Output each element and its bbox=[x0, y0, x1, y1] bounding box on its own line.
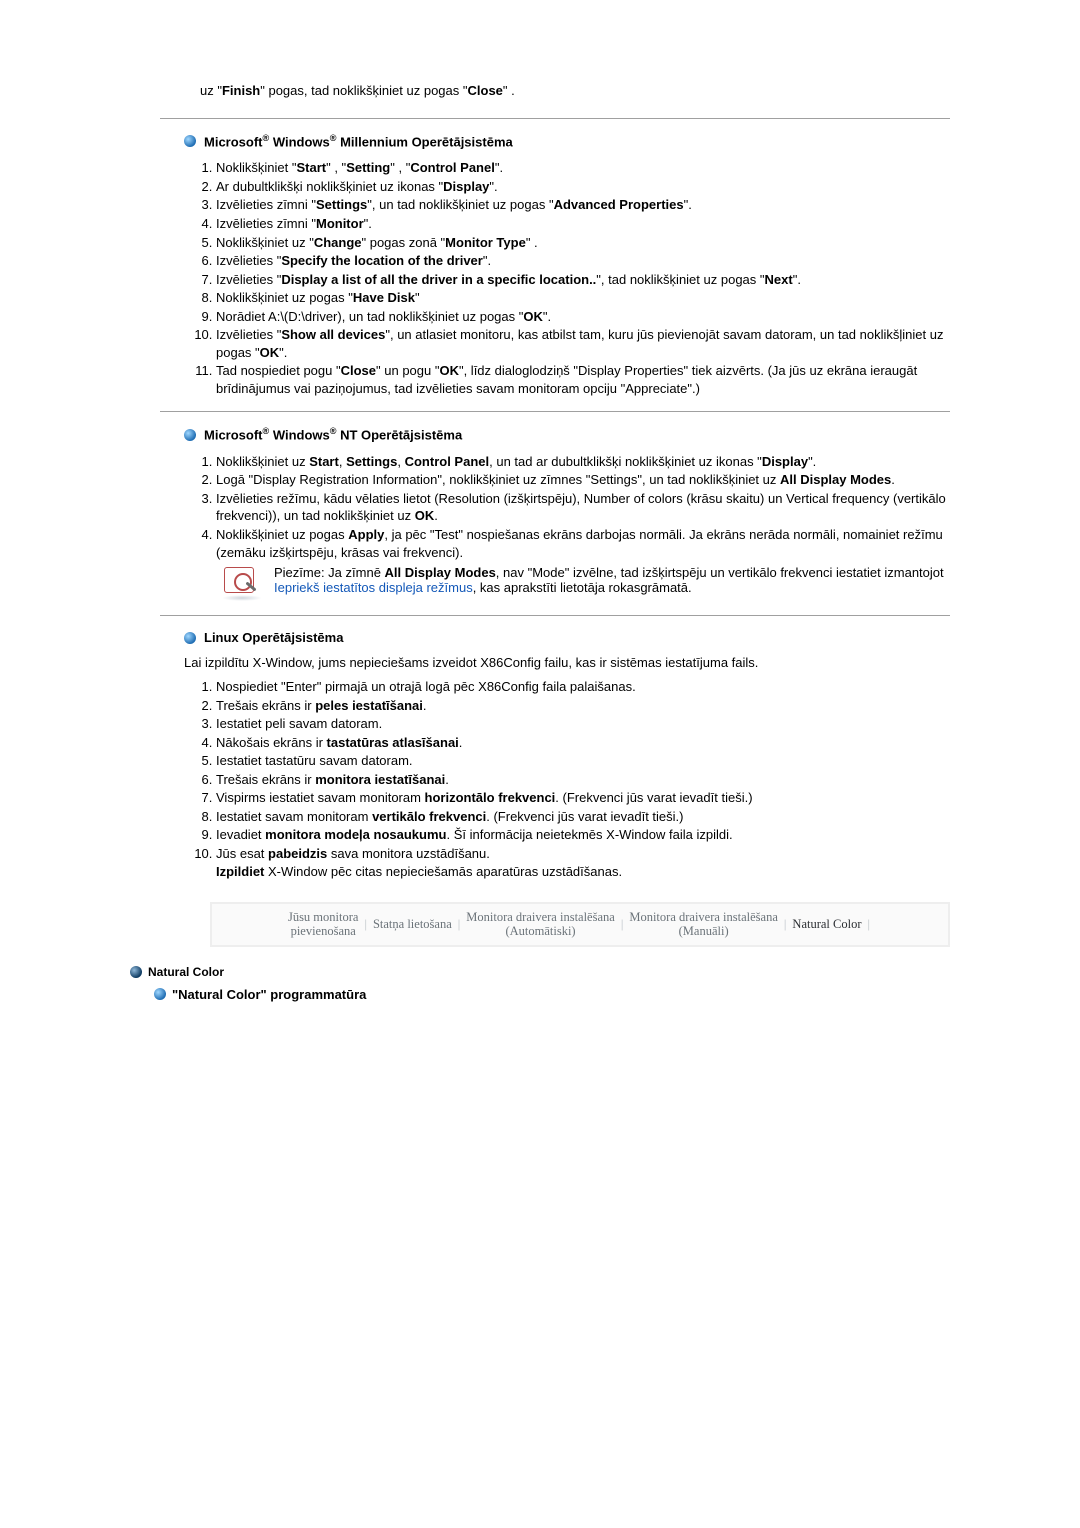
list-item: Izvēlieties režīmu, kādu vēlaties lietot… bbox=[216, 490, 950, 525]
ordered-list-nt: Noklikšķiniet uz Start, Settings, Contro… bbox=[160, 453, 950, 561]
list-item: Noklikšķiniet uz "Change" pogas zonā "Mo… bbox=[216, 234, 950, 252]
list-item: Vispirms iestatiet savam monitoram horiz… bbox=[216, 789, 950, 807]
divider bbox=[160, 411, 950, 412]
preset-modes-link[interactable]: Iepriekš iestatītos displeja režīmus bbox=[274, 580, 473, 595]
section-title-natural-color-software: "Natural Color" programmatūra bbox=[154, 987, 960, 1002]
note-text: Piezīme: Ja zīmnē All Display Modes, nav… bbox=[274, 565, 950, 595]
bottom-nav: Jūsu monitora pievienošana | Statņa liet… bbox=[210, 902, 950, 947]
intro-text: uz "Finish" pogas, tad noklikšķiniet uz … bbox=[200, 83, 950, 98]
section-title-millennium: Microsoft® Windows® Millennium Operētājs… bbox=[184, 133, 950, 149]
list-item: Nākošais ekrāns ir tastatūras atlasīšana… bbox=[216, 734, 950, 752]
nav-item[interactable]: Jūsu monitora pievienošana bbox=[288, 910, 358, 939]
ordered-list-linux: Nospiediet "Enter" pirmajā un otrajā log… bbox=[160, 678, 950, 880]
list-item: Trešais ekrāns ir monitora iestatīšanai. bbox=[216, 771, 950, 789]
list-item: Noklikšķiniet uz pogas Apply, ja pēc "Te… bbox=[216, 526, 950, 561]
section-small-natural-color: Natural Color bbox=[130, 965, 960, 979]
list-item: Iestatiet peli savam datoram. bbox=[216, 715, 950, 733]
list-item: Izvēlieties "Display a list of all the d… bbox=[216, 271, 950, 289]
bullet-icon bbox=[130, 966, 142, 978]
list-item: Iestatiet tastatūru savam datoram. bbox=[216, 752, 950, 770]
list-item: Iestatiet savam monitoram vertikālo frek… bbox=[216, 808, 950, 826]
list-item: Norādiet A:\(D:\driver), un tad noklikšķ… bbox=[216, 308, 950, 326]
nav-item-current[interactable]: Natural Color bbox=[792, 917, 861, 931]
list-item: Jūs esat pabeidzis sava monitora uzstādī… bbox=[216, 845, 950, 880]
linux-intro: Lai izpildītu X-Window, jums nepieciešam… bbox=[184, 655, 950, 670]
nav-item[interactable]: Monitora draivera instalēšana (Manuāli) bbox=[629, 910, 778, 939]
bullet-icon bbox=[154, 988, 166, 1000]
section-title-linux: Linux Operētājsistēma bbox=[184, 630, 950, 645]
divider bbox=[160, 615, 950, 616]
nav-item[interactable]: Monitora draivera instalēšana (Automātis… bbox=[466, 910, 615, 939]
list-item: Ievadiet monitora modeļa nosaukumu. Šī i… bbox=[216, 826, 950, 844]
list-item: Logā "Display Registration Information",… bbox=[216, 471, 950, 489]
note-block: Piezīme: Ja zīmnē All Display Modes, nav… bbox=[220, 565, 950, 601]
list-item: Noklikšķiniet uz pogas "Have Disk" bbox=[216, 289, 950, 307]
list-item: Izvēlieties zīmni "Monitor". bbox=[216, 215, 950, 233]
list-item: Trešais ekrāns ir peles iestatīšanai. bbox=[216, 697, 950, 715]
bullet-icon bbox=[184, 135, 196, 147]
list-item: Ar dubultklikšķi noklikšķiniet uz ikonas… bbox=[216, 178, 950, 196]
divider bbox=[160, 118, 950, 119]
section-title-nt: Microsoft® Windows® NT Operētājsistēma bbox=[184, 426, 950, 442]
nav-item[interactable]: Statņa lietošana bbox=[373, 917, 452, 931]
list-item: Izvēlieties "Show all devices", un atlas… bbox=[216, 326, 950, 361]
bullet-icon bbox=[184, 632, 196, 644]
magnifier-note-icon bbox=[220, 565, 264, 601]
list-item: Nospiediet "Enter" pirmajā un otrajā log… bbox=[216, 678, 950, 696]
bullet-icon bbox=[184, 429, 196, 441]
list-item: Noklikšķiniet "Start" , "Setting" , "Con… bbox=[216, 159, 950, 177]
list-item: Izvēlieties "Specify the location of the… bbox=[216, 252, 950, 270]
list-item: Izvēlieties zīmni "Settings", un tad nok… bbox=[216, 196, 950, 214]
list-item: Tad nospiediet pogu "Close" un pogu "OK"… bbox=[216, 362, 950, 397]
list-item: Noklikšķiniet uz Start, Settings, Contro… bbox=[216, 453, 950, 471]
ordered-list-millennium: Noklikšķiniet "Start" , "Setting" , "Con… bbox=[160, 159, 950, 397]
